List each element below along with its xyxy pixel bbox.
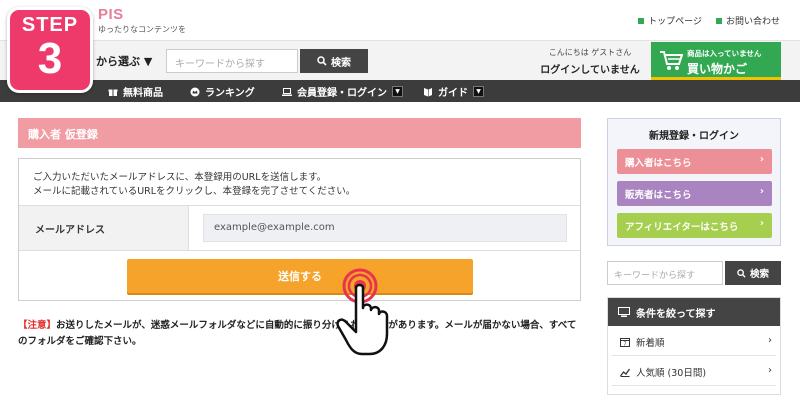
greeting-text: こんにちは ゲストさん — [548, 48, 632, 57]
search-icon — [737, 268, 746, 278]
crown-icon — [190, 87, 200, 96]
buyer-button[interactable]: 購入者はこちら › — [617, 149, 772, 174]
registration-panel: ご入力いただいたメールアドレスに、本登録用のURLを送信します。 メールに記載さ… — [18, 158, 581, 301]
bullet-icon — [638, 17, 645, 24]
calendar-icon: 7 — [620, 337, 630, 347]
site-tagline: ゆったりなコンテンツを — [98, 25, 186, 34]
filter-item-newest[interactable]: 7 新着順 › — [612, 328, 776, 356]
chevron-down-icon[interactable]: ▼ — [392, 86, 403, 97]
search-row: から選ぶ ▼ キーワードから探す 検索 こんにちは ゲストさん ログインしていま… — [0, 40, 800, 80]
sidebar-search-button[interactable]: 検索 — [725, 261, 781, 285]
email-label: メールアドレス — [19, 206, 189, 250]
top-page-link[interactable]: トップページ — [638, 14, 702, 27]
main-nav: 無料商品 ランキング 会員登録・ログイン ▼ ガイド ▼ — [0, 80, 800, 102]
login-box: 新規登録・ログイン 購入者はこちら › 販売者はこちら › アフィリエイターはこちら… — [607, 118, 781, 246]
email-field[interactable]: example@example.com — [203, 214, 567, 242]
top-bar: PIS ゆったりなコンテンツを トップページ お問い合わせ — [0, 0, 800, 40]
chevron-right-icon: › — [768, 335, 772, 346]
site-logo[interactable]: PIS — [98, 6, 124, 23]
notice-tag: 【注意】 — [18, 320, 57, 331]
step-number: 3 — [37, 34, 63, 83]
chevron-right-icon: › — [759, 218, 764, 229]
trend-icon — [620, 368, 630, 377]
chevron-right-icon: › — [759, 186, 764, 197]
affiliate-button[interactable]: アフィリエイターはこちら › — [617, 213, 772, 238]
seller-button[interactable]: 販売者はこちら › — [617, 181, 772, 206]
nav-item-register[interactable]: 会員登録・ログイン ▼ — [282, 84, 403, 99]
nav-item-ranking[interactable]: ランキング — [190, 84, 255, 99]
contact-link[interactable]: お問い合わせ — [715, 14, 780, 27]
step-badge: STEP 3 — [7, 7, 93, 93]
chevron-right-icon: › — [768, 365, 772, 376]
gift-icon — [108, 88, 118, 96]
nav-item-guide[interactable]: ガイド ▼ — [423, 84, 484, 99]
login-status: ログインしていません — [540, 65, 640, 76]
notice-text: 【注意】お送りしたメールが、迷惑メールフォルダなどに自動的に振り分けられる場合が… — [18, 320, 577, 347]
filter-box: 条件を絞って探す 7 新着順 › 人気順 (30日間) › — [607, 297, 781, 395]
svg-text:7: 7 — [623, 341, 626, 347]
laptop-icon — [282, 87, 292, 96]
page-title: 購入者 仮登録 — [18, 118, 581, 148]
description-line-2: メールに記載されているURLをクリックし、本登録を完了させてください。 — [33, 186, 356, 197]
email-row: メールアドレス example@example.com — [19, 205, 580, 251]
chevron-right-icon: › — [759, 154, 764, 165]
login-box-title: 新規登録・ログイン — [649, 131, 739, 142]
book-icon — [424, 87, 432, 96]
top-links: トップページ お問い合わせ — [638, 14, 780, 27]
filter-item-popular[interactable]: 人気順 (30日間) › — [612, 358, 776, 386]
cart-label: 買い物かご — [687, 62, 748, 76]
nav-item-free[interactable]: 無料商品 — [108, 84, 163, 99]
monitor-icon — [618, 307, 630, 317]
pointer-hand-icon — [336, 268, 389, 356]
search-button[interactable]: 検索 — [300, 49, 368, 73]
cart-note: 商品は入っていません — [687, 49, 762, 58]
search-icon — [317, 56, 327, 66]
cart-icon — [660, 51, 683, 70]
description-line-1: ご入力いただいたメールアドレスに、本登録用のURLを送信します。 — [33, 172, 327, 183]
search-input[interactable]: キーワードから探す — [166, 49, 298, 73]
sidebar-search-input[interactable]: キーワードから探す — [607, 261, 723, 285]
chevron-down-icon[interactable]: ▼ — [473, 86, 484, 97]
submit-button[interactable]: 送信する — [127, 259, 473, 293]
category-select[interactable]: から選ぶ ▼ — [96, 53, 152, 69]
cart-button[interactable]: 商品は入っていません 買い物かご — [651, 42, 781, 80]
filter-header: 条件を絞って探す — [608, 298, 780, 326]
bullet-icon — [715, 17, 722, 24]
